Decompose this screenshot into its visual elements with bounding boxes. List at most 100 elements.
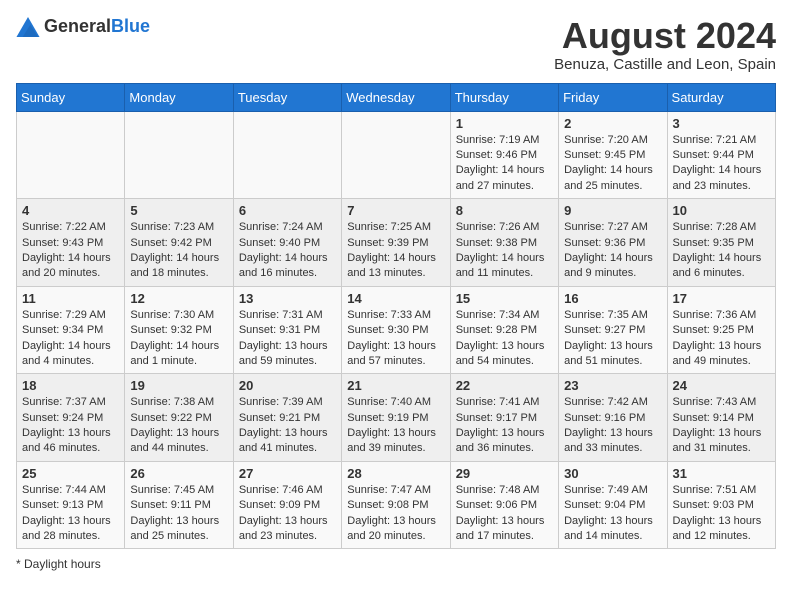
week-row-1: 1 Sunrise: 7:19 AMSunset: 9:46 PMDaylight… [17,111,776,199]
day-header-wednesday: Wednesday [342,83,450,111]
day-info: Sunrise: 7:46 AMSunset: 9:09 PMDaylight:… [239,483,336,545]
week-row-2: 4 Sunrise: 7:22 AMSunset: 9:43 PMDaylight… [17,199,776,287]
page-header: GeneralBlue August 2024 Benuza, Castille… [16,16,776,73]
month-year-title: August 2024 [554,16,776,56]
day-header-thursday: Thursday [450,83,558,111]
day-info: Sunrise: 7:51 AMSunset: 9:03 PMDaylight:… [673,483,770,545]
calendar-cell: 26 Sunrise: 7:45 AMSunset: 9:11 PMDayligh… [125,461,233,549]
week-row-4: 18Sunrise: 7:37 AMSunset: 9:24 PMDayligh… [17,374,776,462]
day-number: 30 [564,466,661,481]
week-row-5: 25Sunrise: 7:44 AMSunset: 9:13 PMDayligh… [17,461,776,549]
calendar-cell: 18Sunrise: 7:37 AMSunset: 9:24 PMDayligh… [17,374,125,462]
day-number: 5 [130,203,227,218]
day-number: 29 [456,466,553,481]
day-number: 20 [239,378,336,393]
day-info: Sunrise: 7:22 AMSunset: 9:43 PMDaylight:… [22,220,119,282]
day-info: Sunrise: 7:47 AMSunset: 9:08 PMDaylight:… [347,483,444,545]
logo-general: General [44,16,111,36]
day-header-monday: Monday [125,83,233,111]
calendar-header: SundayMondayTuesdayWednesdayThursdayFrid… [17,83,776,111]
day-info: Sunrise: 7:31 AMSunset: 9:31 PMDaylight:… [239,308,336,370]
calendar-cell: 2Sunrise: 7:20 AMSunset: 9:45 PMDaylight… [559,111,667,199]
calendar-cell: 6 Sunrise: 7:24 AMSunset: 9:40 PMDaylight… [233,199,341,287]
day-info: Sunrise: 7:23 AMSunset: 9:42 PMDaylight:… [130,220,227,282]
calendar-cell: 9 Sunrise: 7:27 AMSunset: 9:36 PMDaylight… [559,199,667,287]
calendar-cell: 27Sunrise: 7:46 AMSunset: 9:09 PMDayligh… [233,461,341,549]
calendar-table: SundayMondayTuesdayWednesdayThursdayFrid… [16,83,776,550]
calendar-cell: 12Sunrise: 7:30 AMSunset: 9:32 PMDayligh… [125,286,233,374]
day-info: Sunrise: 7:36 AMSunset: 9:25 PMDaylight:… [673,308,770,370]
day-number: 10 [673,203,770,218]
calendar-cell: 23 Sunrise: 7:42 AMSunset: 9:16 PMDayligh… [559,374,667,462]
calendar-cell: 25Sunrise: 7:44 AMSunset: 9:13 PMDayligh… [17,461,125,549]
day-number: 31 [673,466,770,481]
day-number: 14 [347,291,444,306]
calendar-cell: 11Sunrise: 7:29 AMSunset: 9:34 PMDayligh… [17,286,125,374]
footer-note: * Daylight hours [16,557,776,571]
day-info: Sunrise: 7:40 AMSunset: 9:19 PMDaylight:… [347,395,444,457]
day-number: 4 [22,203,119,218]
day-number: 3 [673,116,770,131]
calendar-cell: 13 Sunrise: 7:31 AMSunset: 9:31 PMDayligh… [233,286,341,374]
calendar-cell: 8 Sunrise: 7:26 AMSunset: 9:38 PMDaylight… [450,199,558,287]
day-number: 7 [347,203,444,218]
day-info: Sunrise: 7:19 AMSunset: 9:46 PMDaylight:… [456,133,553,195]
day-info: Sunrise: 7:27 AMSunset: 9:36 PMDaylight:… [564,220,661,282]
calendar-cell: 7 Sunrise: 7:25 AMSunset: 9:39 PMDaylight… [342,199,450,287]
day-info: Sunrise: 7:39 AMSunset: 9:21 PMDaylight:… [239,395,336,457]
day-info: Sunrise: 7:25 AMSunset: 9:39 PMDaylight:… [347,220,444,282]
day-number: 24 [673,378,770,393]
day-info: Sunrise: 7:30 AMSunset: 9:32 PMDaylight:… [130,308,227,370]
day-number: 8 [456,203,553,218]
calendar-cell: 14 Sunrise: 7:33 AMSunset: 9:30 PMDayligh… [342,286,450,374]
day-number: 18 [22,378,119,393]
day-number: 2 [564,116,661,131]
day-info: Sunrise: 7:21 AMSunset: 9:44 PMDaylight:… [673,133,770,195]
day-header-saturday: Saturday [667,83,775,111]
day-number: 11 [22,291,119,306]
calendar-cell: 17Sunrise: 7:36 AMSunset: 9:25 PMDayligh… [667,286,775,374]
footer-note-text: Daylight hours [24,557,101,571]
calendar-cell [125,111,233,199]
logo: GeneralBlue [16,16,150,37]
day-header-sunday: Sunday [17,83,125,111]
title-section: August 2024 Benuza, Castille and Leon, S… [554,16,776,73]
calendar-cell: 19 Sunrise: 7:38 AMSunset: 9:22 PMDayligh… [125,374,233,462]
calendar-cell: 30 Sunrise: 7:49 AMSunset: 9:04 PMDayligh… [559,461,667,549]
day-number: 21 [347,378,444,393]
day-info: Sunrise: 7:49 AMSunset: 9:04 PMDaylight:… [564,483,661,545]
calendar-cell: 10Sunrise: 7:28 AMSunset: 9:35 PMDayligh… [667,199,775,287]
day-info: Sunrise: 7:33 AMSunset: 9:30 PMDaylight:… [347,308,444,370]
day-info: Sunrise: 7:42 AMSunset: 9:16 PMDaylight:… [564,395,661,457]
day-info: Sunrise: 7:38 AMSunset: 9:22 PMDaylight:… [130,395,227,457]
calendar-cell [17,111,125,199]
calendar-cell [233,111,341,199]
calendar-cell: 4 Sunrise: 7:22 AMSunset: 9:43 PMDaylight… [17,199,125,287]
calendar-cell: 22Sunrise: 7:41 AMSunset: 9:17 PMDayligh… [450,374,558,462]
calendar-body: 1 Sunrise: 7:19 AMSunset: 9:46 PMDaylight… [17,111,776,549]
day-number: 15 [456,291,553,306]
calendar-cell: 16Sunrise: 7:35 AMSunset: 9:27 PMDayligh… [559,286,667,374]
day-number: 26 [130,466,227,481]
calendar-cell [342,111,450,199]
day-info: Sunrise: 7:26 AMSunset: 9:38 PMDaylight:… [456,220,553,282]
calendar-cell: 31 Sunrise: 7:51 AMSunset: 9:03 PMDayligh… [667,461,775,549]
day-header-tuesday: Tuesday [233,83,341,111]
day-number: 23 [564,378,661,393]
logo-text: GeneralBlue [44,16,150,37]
day-number: 1 [456,116,553,131]
day-info: Sunrise: 7:34 AMSunset: 9:28 PMDaylight:… [456,308,553,370]
day-info: Sunrise: 7:24 AMSunset: 9:40 PMDaylight:… [239,220,336,282]
day-info: Sunrise: 7:45 AMSunset: 9:11 PMDaylight:… [130,483,227,545]
day-info: Sunrise: 7:35 AMSunset: 9:27 PMDaylight:… [564,308,661,370]
day-number: 9 [564,203,661,218]
header-row: SundayMondayTuesdayWednesdayThursdayFrid… [17,83,776,111]
location-label: Benuza, Castille and Leon, Spain [554,56,776,73]
day-header-friday: Friday [559,83,667,111]
day-number: 19 [130,378,227,393]
day-number: 6 [239,203,336,218]
logo-blue: Blue [111,16,150,36]
day-number: 22 [456,378,553,393]
day-number: 13 [239,291,336,306]
day-info: Sunrise: 7:48 AMSunset: 9:06 PMDaylight:… [456,483,553,545]
